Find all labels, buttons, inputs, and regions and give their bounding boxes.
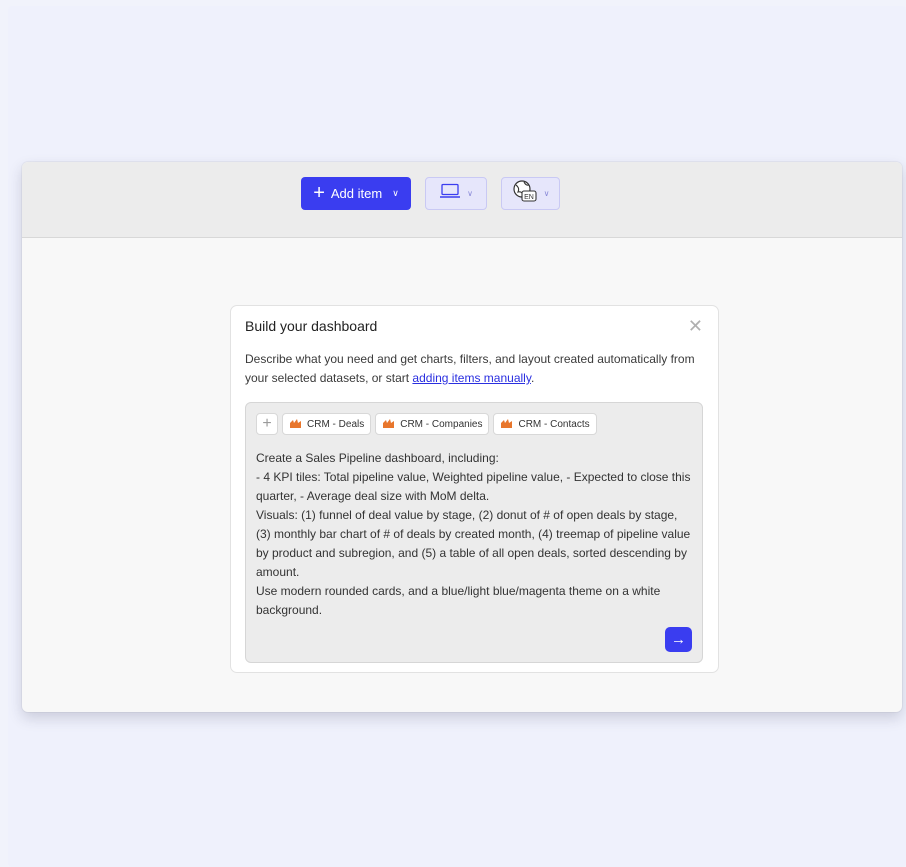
add-dataset-button[interactable]: + (256, 413, 278, 435)
dialog-title: Build your dashboard (245, 318, 378, 334)
dataset-chip-label: CRM - Contacts (518, 418, 590, 430)
arrow-right-icon: → (671, 631, 686, 648)
chevron-down-icon: ∨ (543, 189, 550, 198)
editor-toolbar: + Add item ∨ ∨ EN ∨ (22, 162, 902, 238)
dataset-chip[interactable]: CRM - Companies (375, 413, 490, 435)
plus-icon: + (313, 181, 325, 204)
laptop-icon (439, 183, 461, 204)
build-dashboard-dialog: Build your dashboard ✕ Describe what you… (230, 305, 719, 673)
prompt-text[interactable]: Create a Sales Pipeline dashboard, inclu… (256, 449, 694, 620)
language-code: EN (524, 194, 534, 201)
globe-language-icon: EN (512, 179, 538, 208)
device-preview-dropdown[interactable]: ∨ (425, 177, 487, 210)
description-suffix: . (530, 371, 535, 385)
chevron-down-icon: ∨ (392, 188, 399, 198)
dataset-logo-icon (382, 417, 395, 432)
language-dropdown[interactable]: EN ∨ (501, 177, 560, 210)
add-items-manually-link[interactable]: adding items manually (412, 371, 531, 385)
dataset-chip[interactable]: CRM - Deals (282, 413, 372, 435)
add-item-button[interactable]: + Add item ∨ (301, 177, 411, 210)
dataset-chip-label: CRM - Companies (400, 418, 483, 430)
dataset-chips: + CRM - Deals CRM - Companies CRM - Cont… (256, 413, 597, 435)
dataset-chip[interactable]: CRM - Contacts (493, 413, 597, 435)
add-item-label: Add item (330, 186, 383, 201)
plus-icon: + (262, 415, 272, 432)
dialog-description: Describe what you need and get charts, f… (245, 350, 705, 388)
dashboard-editor-window: + Add item ∨ ∨ EN ∨ Build your dashboard… (22, 162, 902, 712)
prompt-input[interactable]: + CRM - Deals CRM - Companies CRM - Cont… (245, 402, 703, 663)
dataset-logo-icon (500, 417, 513, 432)
chevron-down-icon: ∨ (467, 189, 473, 198)
dataset-chip-label: CRM - Deals (307, 418, 365, 430)
send-button[interactable]: → (665, 627, 692, 652)
close-icon[interactable]: ✕ (688, 316, 703, 337)
dataset-logo-icon (289, 417, 302, 432)
